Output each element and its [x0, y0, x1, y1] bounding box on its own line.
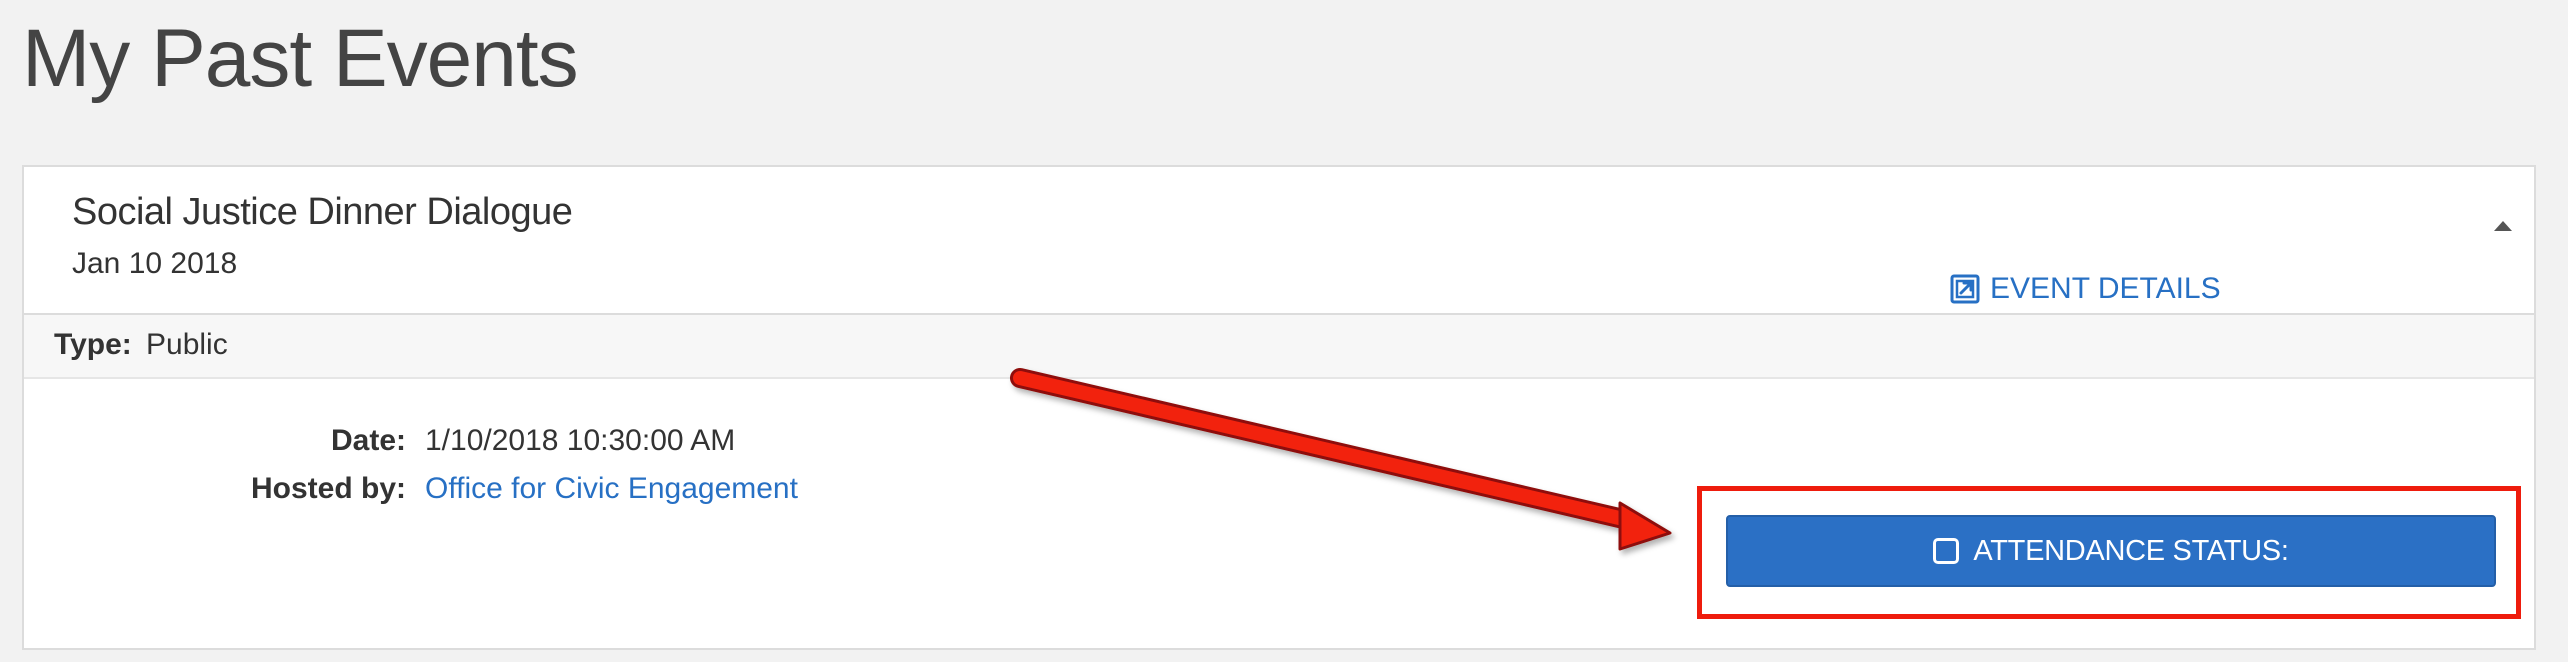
event-name: Social Justice Dinner Dialogue [72, 191, 573, 233]
event-details-link[interactable]: EVENT DETAILS [1950, 272, 2221, 306]
page-title: My Past Events [22, 13, 579, 104]
hosted-by-link[interactable]: Office for Civic Engagement [425, 472, 798, 506]
type-value: Public [146, 328, 228, 361]
date-value: 1/10/2018 10:30:00 AM [425, 424, 736, 457]
attendance-status-button[interactable]: ATTENDANCE STATUS: [1726, 515, 2496, 587]
event-type-bar: Type: Public [24, 315, 2534, 379]
checkbox-icon [1933, 538, 1960, 564]
external-link-icon [1950, 274, 1980, 304]
date-label: Date: [330, 424, 406, 457]
type-label: Type: [54, 328, 132, 361]
event-date: Jan 10 2018 [72, 247, 238, 280]
caret-up-icon[interactable] [2494, 221, 2512, 231]
attendance-status-label: ATTENDANCE STATUS: [1973, 534, 2289, 567]
hosted-by-label: Hosted by: [250, 472, 406, 505]
event-details-label: EVENT DETAILS [1990, 272, 2221, 305]
